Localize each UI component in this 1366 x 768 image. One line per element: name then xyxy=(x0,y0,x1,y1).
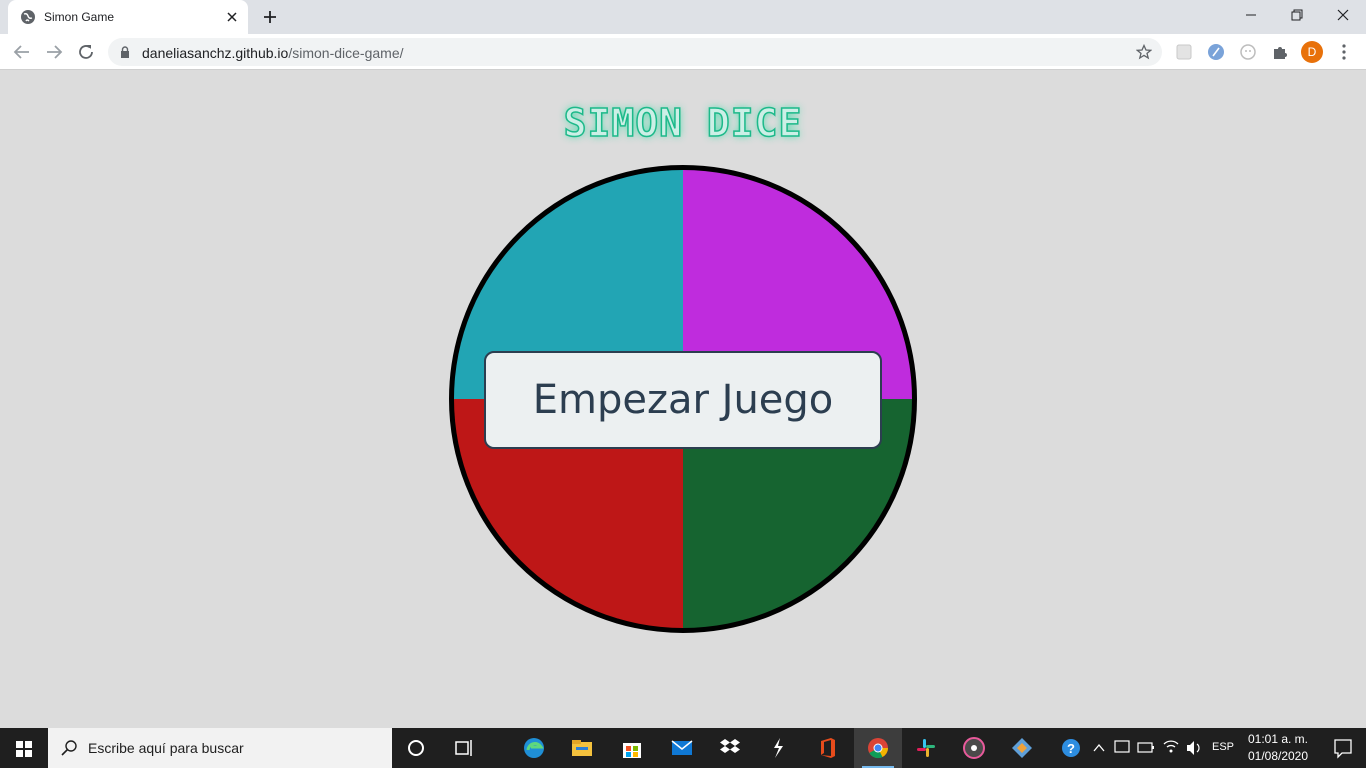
tray-display[interactable] xyxy=(1112,728,1132,768)
close-icon xyxy=(1337,9,1349,21)
game-title: SIMON DICE xyxy=(563,100,803,146)
help-tray-button[interactable]: ? xyxy=(1058,728,1086,768)
tray-volume[interactable] xyxy=(1184,728,1206,768)
taskbar-app-store[interactable] xyxy=(608,728,656,768)
profile-avatar[interactable]: D xyxy=(1301,41,1323,63)
media-icon xyxy=(963,737,985,759)
restore-icon xyxy=(1291,9,1303,21)
new-tab-icon[interactable] xyxy=(258,7,282,27)
extension-icon[interactable] xyxy=(1174,42,1194,62)
app-icon xyxy=(774,738,783,758)
search-placeholder: Escribe aquí para buscar xyxy=(88,740,244,756)
store-icon xyxy=(623,743,641,758)
taskbar-app-mail[interactable] xyxy=(658,728,706,768)
taskbar-app-other[interactable] xyxy=(754,728,802,768)
help-icon: ? xyxy=(1062,739,1080,757)
tab-strip: Simon Game xyxy=(0,0,1366,34)
back-icon[interactable] xyxy=(11,41,33,63)
slack-icon xyxy=(917,739,935,757)
windows-taskbar: Escribe aquí para buscar ? ESP 01:01 a. … xyxy=(0,728,1366,768)
menu-kebab-icon[interactable] xyxy=(1334,42,1354,62)
tray-battery[interactable] xyxy=(1136,728,1156,768)
start-game-button[interactable]: Empezar Juego xyxy=(484,351,882,449)
lock-icon xyxy=(121,46,129,58)
url-domain: daneliasanchz.github.io xyxy=(142,45,289,61)
taskbar-app-explorer[interactable] xyxy=(558,728,606,768)
office-icon xyxy=(821,738,835,758)
forward-icon[interactable] xyxy=(43,41,65,63)
clock-time: 01:01 a. m. xyxy=(1247,732,1309,746)
globe-icon xyxy=(21,10,35,24)
chrome-icon xyxy=(868,738,889,759)
extensions-puzzle-icon[interactable] xyxy=(1270,42,1290,62)
browser-tab[interactable]: Simon Game xyxy=(8,0,248,34)
gitkraken-icon xyxy=(1012,738,1032,758)
volume-icon xyxy=(1187,741,1200,755)
taskbar-app-slack[interactable] xyxy=(902,728,950,768)
address-bar[interactable]: daneliasanchz.github.io/simon-dice-game/ xyxy=(108,38,1162,66)
display-icon xyxy=(1114,740,1130,753)
page-viewport: SIMON DICE Empezar Juego xyxy=(0,71,1366,728)
file-explorer-icon xyxy=(572,740,592,756)
notification-icon xyxy=(1334,739,1352,759)
battery-icon xyxy=(1137,742,1154,753)
notification-center-button[interactable] xyxy=(1320,728,1366,768)
close-window-button[interactable] xyxy=(1320,0,1366,30)
task-view-button[interactable] xyxy=(440,728,488,768)
minimize-icon xyxy=(1246,14,1256,16)
tray-wifi[interactable] xyxy=(1160,728,1182,768)
minimize-button[interactable] xyxy=(1228,0,1274,30)
restore-button[interactable] xyxy=(1274,0,1320,30)
cortana-button[interactable] xyxy=(392,728,440,768)
taskbar-app-gitkraken[interactable] xyxy=(998,728,1046,768)
cortana-icon xyxy=(408,740,424,756)
taskbar-app-edge[interactable] xyxy=(510,728,558,768)
windows-logo-icon xyxy=(16,741,32,757)
tab-close-icon[interactable] xyxy=(224,9,240,25)
language-indicator[interactable]: ESP xyxy=(1212,741,1234,753)
taskbar-app-media[interactable] xyxy=(950,728,998,768)
reload-icon[interactable] xyxy=(75,41,97,63)
taskbar-app-chrome[interactable] xyxy=(854,728,902,768)
svg-text:?: ? xyxy=(1067,741,1075,756)
taskbar-app-dropbox[interactable] xyxy=(706,728,754,768)
mail-icon xyxy=(671,740,693,755)
dropbox-icon xyxy=(720,739,740,753)
wifi-icon xyxy=(1163,740,1179,753)
clock-date: 01/08/2020 xyxy=(1247,749,1309,763)
taskbar-clock[interactable]: 01:01 a. m. 01/08/2020 xyxy=(1240,731,1316,765)
tab-title: Simon Game xyxy=(44,10,115,24)
tray-chevron-button[interactable] xyxy=(1090,728,1108,768)
start-button[interactable] xyxy=(0,728,48,768)
extension-feather-icon[interactable] xyxy=(1206,42,1226,62)
task-view-icon xyxy=(455,740,472,756)
taskbar-search-box[interactable]: Escribe aquí para buscar xyxy=(48,728,392,768)
taskbar-app-office[interactable] xyxy=(804,728,852,768)
url-text: daneliasanchz.github.io/simon-dice-game/ xyxy=(142,45,404,61)
browser-toolbar: daneliasanchz.github.io/simon-dice-game/… xyxy=(0,34,1366,70)
extension-face-icon[interactable] xyxy=(1238,42,1258,62)
bookmark-star-icon[interactable] xyxy=(1136,44,1152,60)
edge-icon xyxy=(524,738,544,758)
chevron-up-icon xyxy=(1093,743,1105,752)
search-icon xyxy=(61,740,77,756)
url-path: /simon-dice-game/ xyxy=(288,45,404,61)
